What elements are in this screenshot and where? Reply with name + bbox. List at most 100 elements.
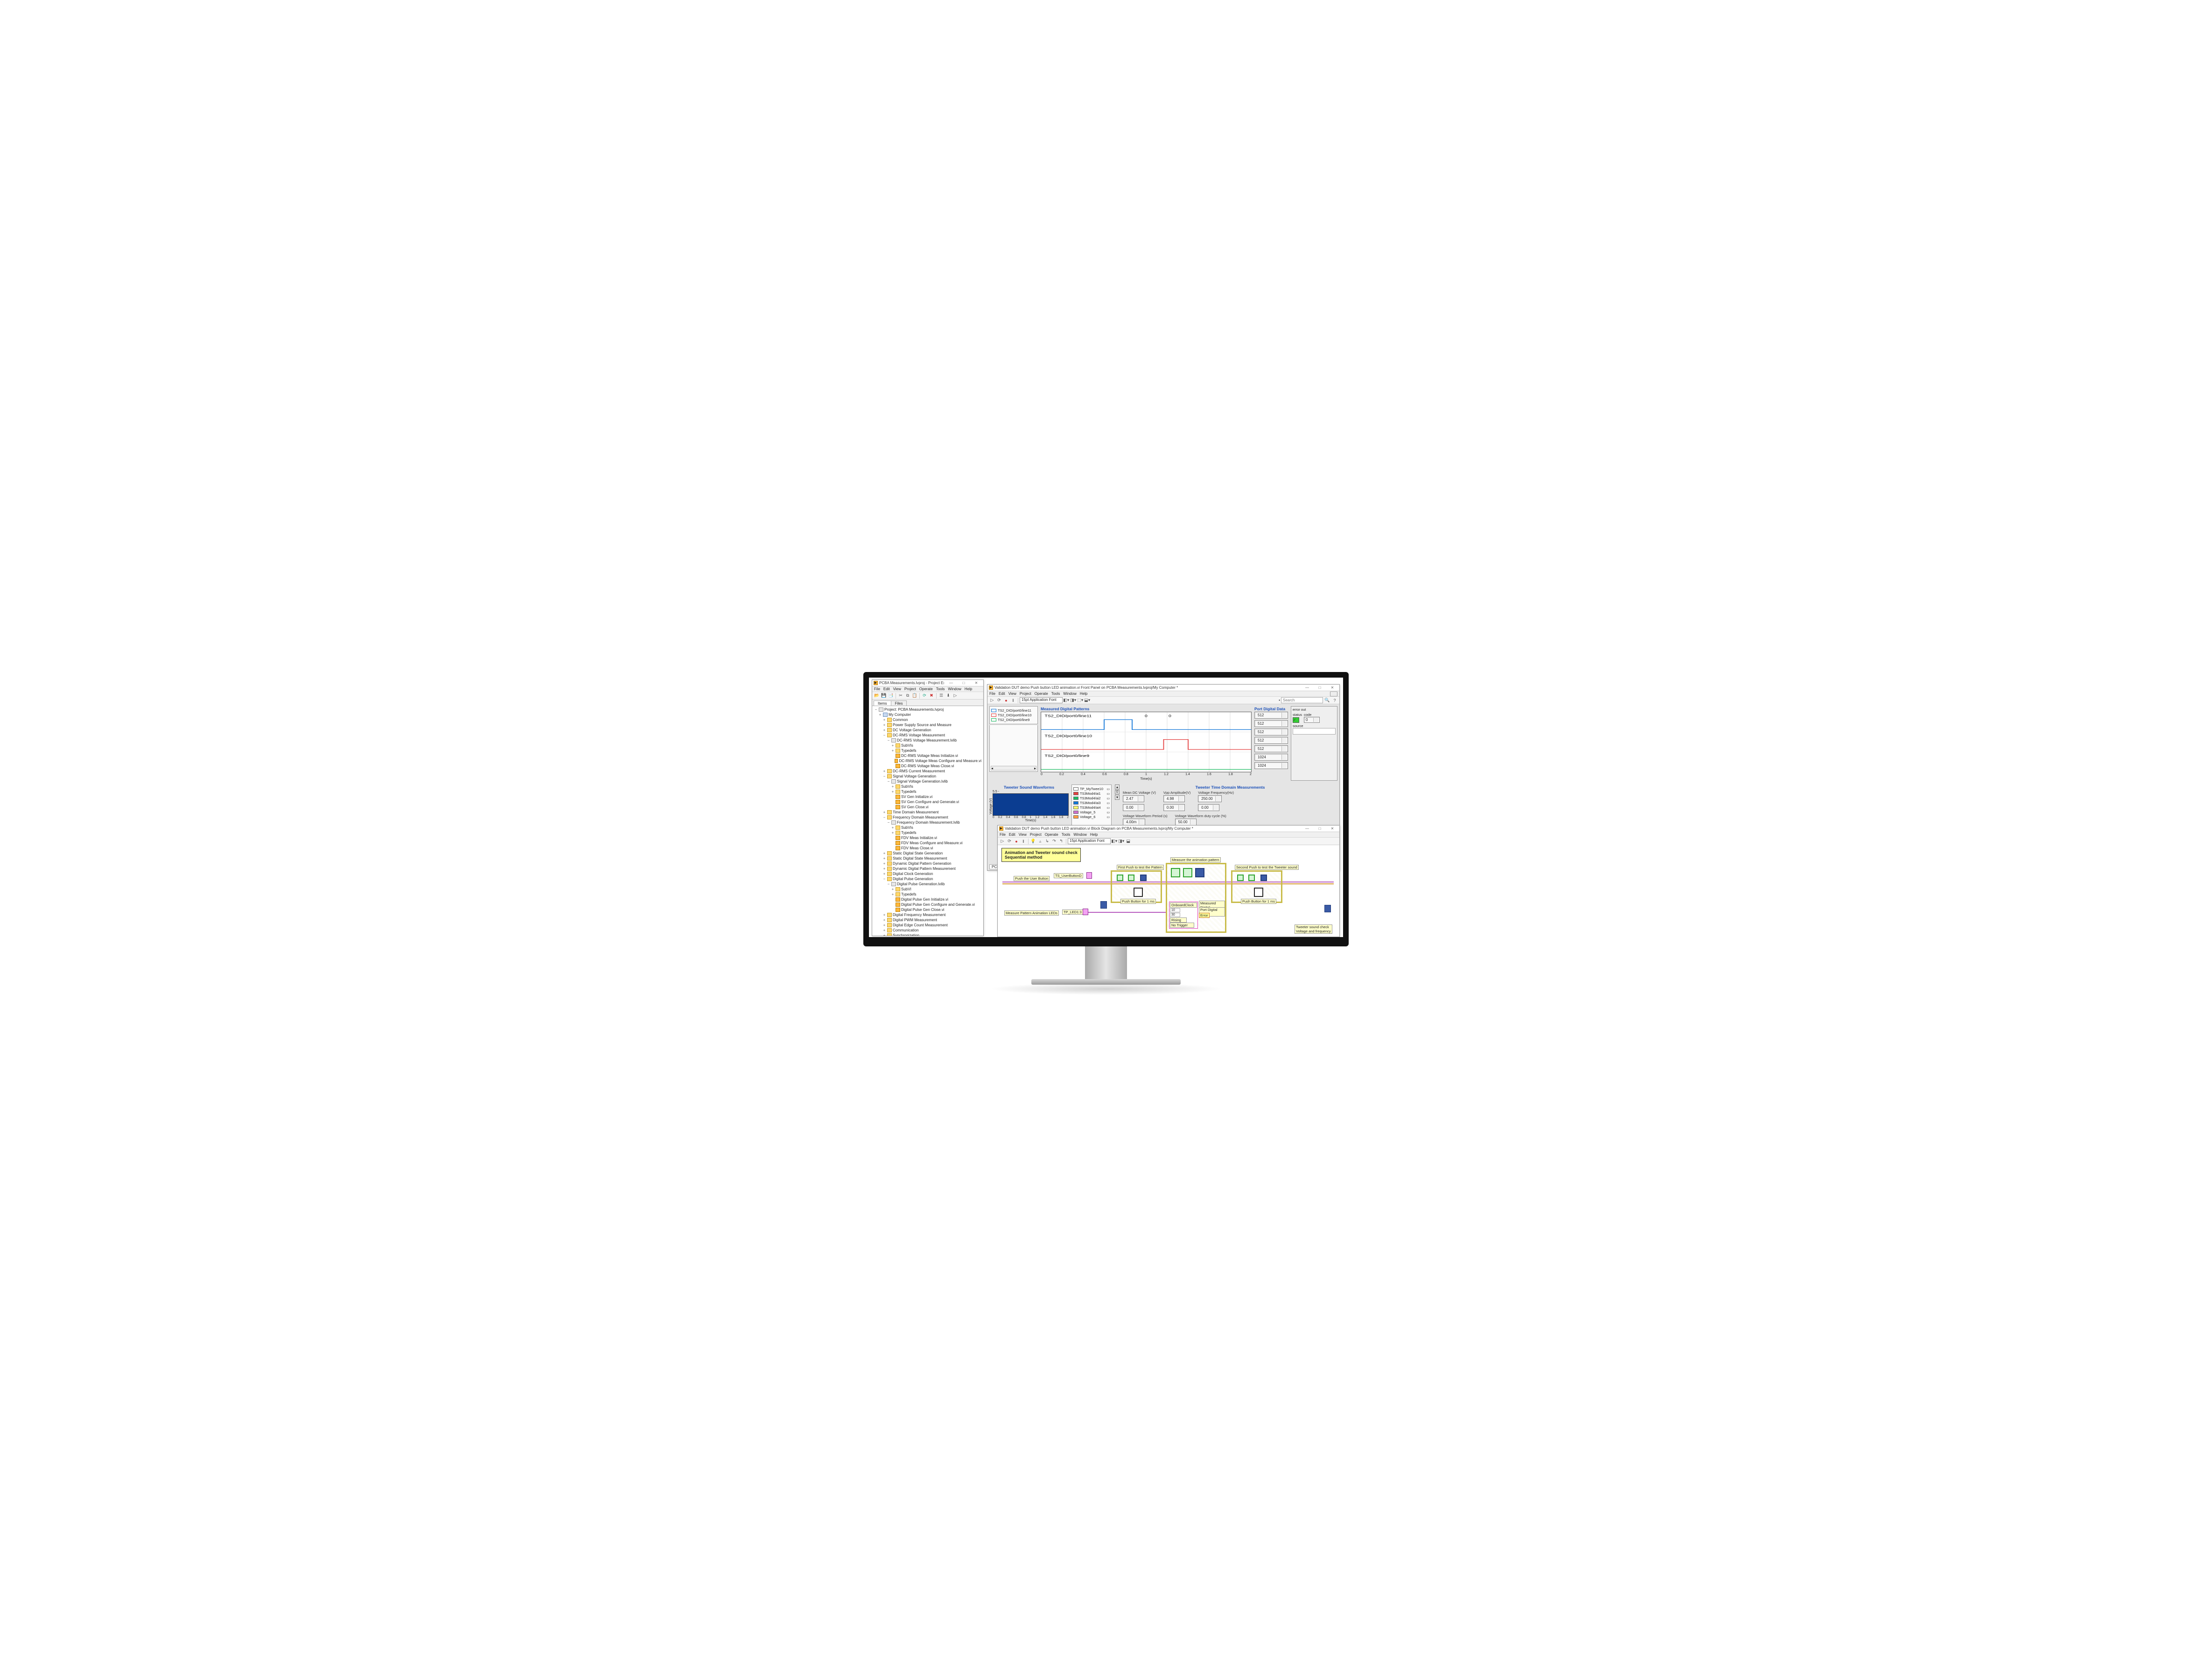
cut-icon[interactable]: ✂ [897,693,904,699]
tree-item[interactable]: FDV Meas Initialize.vi [874,835,981,840]
indicator-terminal[interactable] [1100,901,1107,909]
run-continuous-icon[interactable]: ⟳ [1006,838,1013,845]
plot-style-icon[interactable]: ▭ [1106,787,1110,791]
menu-help[interactable]: Help [1080,692,1087,696]
deploy-icon[interactable]: ⬇ [945,693,952,699]
menu-view[interactable]: View [1008,692,1016,696]
menu-edit[interactable]: Edit [883,687,890,691]
close-button[interactable]: ✕ [1327,686,1338,690]
tree-item[interactable]: +DC Voltage Generation [874,728,981,733]
pe-titlebar[interactable]: ▶ PCBA Measurements.lvproj - Project Exp… [872,680,983,686]
tree-item[interactable]: FDV Meas Close.vi [874,846,981,851]
menu-tools[interactable]: Tools [1062,833,1071,837]
tree-item[interactable]: −Digital Pulse Generation.lvlib [874,882,981,887]
menu-file[interactable]: File [1000,833,1006,837]
tree-item[interactable]: +Typedefs [874,748,981,753]
tree-item[interactable]: Digital Pulse Gen Configure and Generate… [874,902,981,907]
scroll-up-icon[interactable]: ▴ [1115,784,1120,790]
plot-style-icon[interactable]: ▭ [1106,801,1110,805]
fp-titlebar[interactable]: ▶ Validation DUT demo Push button LED an… [987,685,1339,691]
scroll-right-icon[interactable]: ▸ [1034,766,1036,770]
bd-canvas[interactable]: Animation and Tweeter sound checkSequent… [998,845,1339,937]
open-icon[interactable]: 📂 [874,693,880,699]
tree-item[interactable]: −DC-RMS Voltage Measurement [874,733,981,738]
tree-item[interactable]: +Synchronization [874,933,981,936]
retain-wire-icon[interactable]: ⥿ [1037,838,1043,845]
subvi-node[interactable] [1171,868,1180,877]
menu-edit[interactable]: Edit [999,692,1005,696]
tree-item[interactable]: +SubVIs [874,825,981,830]
close-button[interactable]: ✕ [1327,826,1338,831]
control-terminal[interactable] [1086,872,1092,879]
menu-project[interactable]: Project [1030,833,1042,837]
align-icon[interactable]: ◧▾ [1111,838,1118,845]
indicator-terminal[interactable] [1324,905,1331,912]
copy-icon[interactable]: ⧉ [904,693,911,699]
wait-node[interactable] [1260,875,1267,881]
tree-item[interactable]: +Power Supply Source and Measure [874,722,981,728]
patterns-legend-scroll[interactable]: ◂▸ [989,725,1038,772]
bd-titlebar[interactable]: ▶ Validation DUT demo Push button LED an… [998,826,1339,832]
tab-files[interactable]: Files [891,700,907,706]
help-icon[interactable]: ? [1331,697,1338,704]
tree-item[interactable]: +Digital Frequency Measurement [874,912,981,917]
plot-style-icon[interactable]: ▭ [1106,797,1110,800]
refresh-icon[interactable]: ⟳ [921,693,928,699]
menu-project[interactable]: Project [1020,692,1031,696]
save-all-icon[interactable]: 📑 [888,693,894,699]
menu-project[interactable]: Project [904,687,916,691]
tree-item[interactable]: DC-RMS Voltage Meas Close.vi [874,763,981,769]
menu-help[interactable]: Help [965,687,972,691]
menu-operate[interactable]: Operate [1035,692,1048,696]
tree-item[interactable]: +Static Digital State Measurement [874,856,981,861]
menu-file[interactable]: File [874,687,880,691]
abort-icon[interactable]: ● [1003,697,1009,704]
resize-icon[interactable]: ⬚▾ [1077,697,1084,704]
subvi-node[interactable] [1117,875,1123,881]
maximize-button[interactable]: □ [1314,826,1325,831]
tree-item[interactable]: +Dynamic Digital Pattern Measurement [874,866,981,871]
tree-item[interactable]: SV Gen Configure and Generate.vi [874,799,981,805]
digital-acquire-node[interactable] [1195,868,1204,877]
tree-root[interactable]: Project: PCBA Measurements.lvproj [884,707,944,712]
tree-item[interactable]: −Frequency Domain Measurement [874,815,981,820]
tree-item[interactable]: −Signal Voltage Generation [874,774,981,779]
resolve-icon[interactable]: ✖ [928,693,935,699]
save-icon[interactable]: 💾 [881,693,887,699]
maximize-button[interactable]: □ [958,681,969,685]
sequence-frame-3[interactable]: Push Button for 1 ms [1231,870,1282,903]
menu-edit[interactable]: Edit [1009,833,1015,837]
tree-item[interactable]: +Typedefs [874,789,981,794]
tree-item[interactable]: +Static Digital State Generation [874,851,981,856]
paste-icon[interactable]: 📋 [911,693,918,699]
tree-item[interactable]: +Digital Edge Count Measurement [874,923,981,928]
subvi-node[interactable] [1237,875,1244,881]
menu-help[interactable]: Help [1090,833,1098,837]
menu-window[interactable]: Window [948,687,961,691]
step-out-icon[interactable]: ↰ [1058,838,1064,845]
menu-operate[interactable]: Operate [919,687,933,691]
num-30[interactable]: 30 [1170,913,1180,917]
tree-item[interactable]: +DC-RMS Current Measurement [874,769,981,774]
tree-item[interactable]: −DC-RMS Voltage Measurement.lvlib [874,738,981,743]
menu-tools[interactable]: Tools [936,687,945,691]
tree-item[interactable]: +Communication [874,928,981,933]
font-select[interactable]: 15pt Application Font [1068,838,1111,844]
tree-item[interactable]: Digital Pulse Gen Initialize.vi [874,897,981,902]
tree-item[interactable]: +SubVIs [874,784,981,789]
plot-style-icon[interactable]: ▭ [1106,792,1110,796]
control-terminal[interactable] [1083,909,1088,915]
search-input[interactable] [1281,697,1323,703]
run-continuous-icon[interactable]: ⟳ [996,697,1002,704]
subvi-node[interactable] [1183,868,1192,877]
tree-item[interactable]: +Typedefs [874,892,981,897]
menu-view[interactable]: View [1019,833,1027,837]
abort-icon[interactable]: ● [1013,838,1020,845]
tree-item[interactable]: Digital Pulse Gen Close.vi [874,907,981,912]
minimize-button[interactable]: — [1302,686,1313,690]
tree-item[interactable]: +SubVIs [874,743,981,748]
tree-item[interactable]: −Digital Pulse Generation [874,876,981,882]
scroll-left-icon[interactable]: ◂ [991,766,993,770]
tree-item[interactable]: +Digital Clock Generation [874,871,981,876]
menu-tools[interactable]: Tools [1051,692,1060,696]
